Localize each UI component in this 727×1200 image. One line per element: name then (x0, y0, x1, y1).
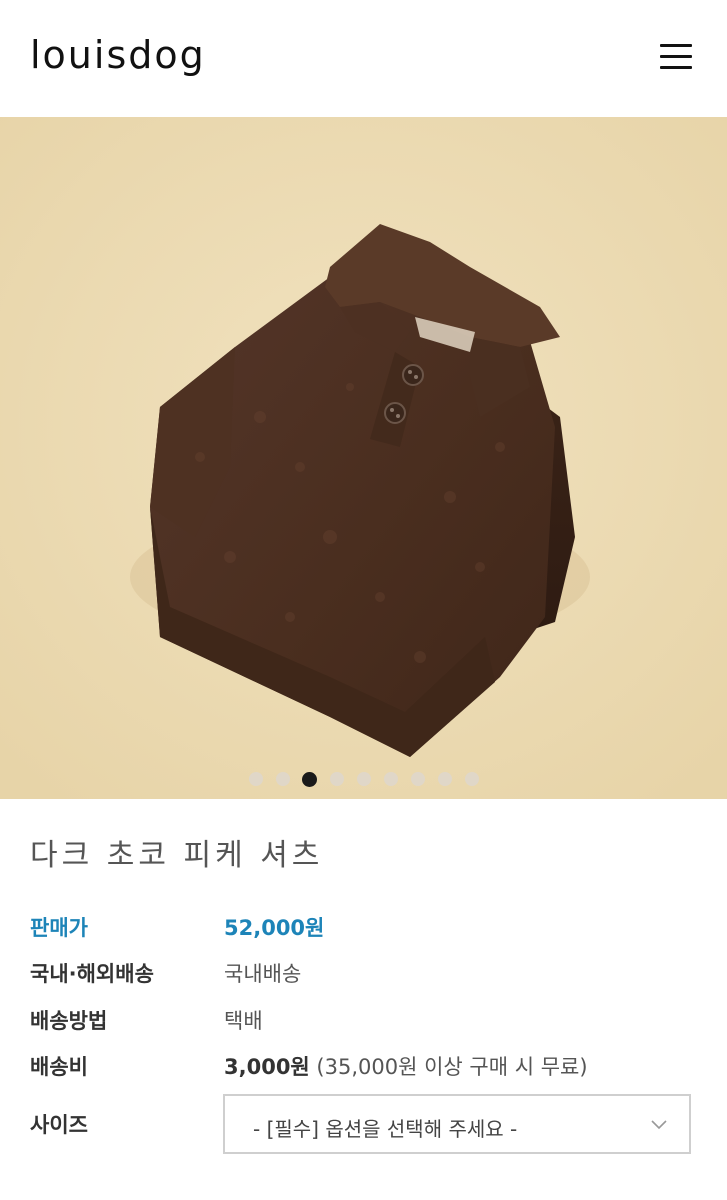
header: louisdog (0, 0, 727, 117)
menu-bar (660, 55, 692, 58)
product-photo (0, 117, 727, 799)
shipping-fee-row: 배송비 3,000원 (35,000원 이상 구매 시 무료) (30, 1045, 700, 1081)
gallery-dot[interactable] (465, 772, 479, 786)
price-value: 52,000원 (224, 916, 325, 940)
size-select[interactable]: - [필수] 옵션을 선택해 주세요 - (223, 1094, 691, 1154)
gallery-dot[interactable] (438, 772, 452, 786)
menu-bar (660, 44, 692, 47)
gallery-dot[interactable] (249, 772, 263, 786)
shipping-scope-value: 국내배송 (224, 962, 302, 986)
gallery-dot[interactable] (330, 772, 344, 786)
gallery-dot-active[interactable] (302, 771, 317, 787)
logo[interactable]: louisdog (30, 33, 206, 77)
product-image-gallery[interactable] (0, 117, 727, 799)
price-row: 판매가 52,000원 (30, 906, 700, 942)
menu-bar (660, 66, 692, 69)
shipping-method-label: 배송방법 (30, 1009, 108, 1033)
shipping-method-value: 택배 (224, 1009, 263, 1033)
shipping-fee-amount: 3,000원 (224, 1055, 310, 1079)
shipping-scope-row: 국내·해외배송 국내배송 (30, 952, 700, 988)
shipping-fee-label: 배송비 (30, 1055, 88, 1079)
product-title: 다크 초코 피케 셔츠 (30, 838, 324, 873)
price-label: 판매가 (30, 916, 88, 940)
gallery-dot[interactable] (357, 772, 371, 786)
shipping-scope-label: 국내·해외배송 (30, 962, 154, 986)
shipping-method-row: 배송방법 택배 (30, 999, 700, 1035)
chevron-down-icon (651, 1120, 667, 1130)
shipping-fee-value: 3,000원 (35,000원 이상 구매 시 무료) (224, 1051, 588, 1081)
gallery-pagination (0, 768, 727, 790)
size-label: 사이즈 (30, 1113, 88, 1137)
shipping-fee-note: (35,000원 이상 구매 시 무료) (309, 1055, 588, 1079)
gallery-dot[interactable] (384, 772, 398, 786)
hamburger-menu-icon[interactable] (656, 42, 696, 74)
size-select-value: - [필수] 옵션을 선택해 주세요 - (253, 1117, 518, 1141)
gallery-dot[interactable] (411, 772, 425, 786)
gallery-dot[interactable] (276, 772, 290, 786)
